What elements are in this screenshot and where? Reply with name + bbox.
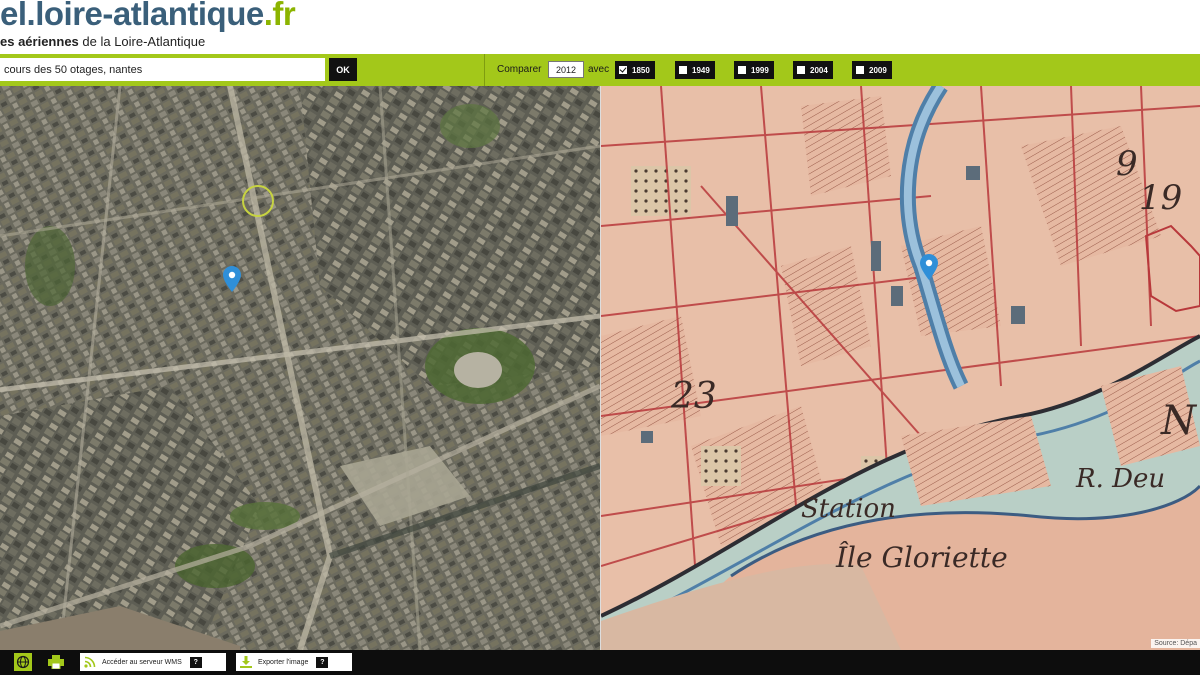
compare-year-input[interactable] [548, 61, 584, 78]
export-image-button[interactable]: Exporter l'image ? [236, 653, 352, 671]
site-header: el.loire-atlantique.fr es aériennes de l… [0, 0, 1200, 54]
search-ok-button[interactable]: OK [329, 58, 357, 81]
address-search-input[interactable] [0, 58, 325, 81]
wms-label: Accéder au serveur WMS [102, 658, 182, 666]
year-label: 1949 [692, 65, 710, 75]
checkbox-checked[interactable] [619, 66, 627, 74]
year-label: 2009 [869, 65, 887, 75]
map-attribution: Source: Dépa [1151, 639, 1200, 648]
aerial-imagery [0, 86, 600, 650]
year-label: 1999 [751, 65, 769, 75]
help-icon[interactable]: ? [189, 656, 202, 668]
location-marker-icon[interactable] [920, 254, 938, 280]
map-label-street: R. Deu [1076, 464, 1166, 494]
download-icon [240, 656, 252, 668]
historic-map-view[interactable]: 23 Station Île Gloriette R. Deu 19 9 N S… [601, 86, 1200, 650]
map-label-n: N [1161, 398, 1196, 444]
year-label: 2004 [810, 65, 828, 75]
toolbar-divider [484, 54, 485, 86]
subtitle-bold: es aériennes [0, 34, 79, 49]
map-label-station: Station [801, 494, 896, 524]
checkbox[interactable] [797, 66, 805, 74]
toolbar: OK Comparer avec 1850 1949 1999 2004 200… [0, 54, 1200, 86]
checkbox[interactable] [738, 66, 746, 74]
year-checkbox-1999[interactable]: 1999 [734, 61, 774, 79]
map-label-number: 23 [671, 376, 717, 417]
year-label: 1850 [632, 65, 650, 75]
export-label: Exporter l'image [258, 658, 309, 666]
map-label-gloriette: Île Gloriette [836, 541, 1008, 574]
subtitle-rest: de la Loire-Atlantique [78, 34, 206, 49]
map-label-19: 19 [1139, 178, 1183, 218]
help-icon[interactable]: ? [316, 656, 329, 668]
aerial-map-view[interactable] [0, 86, 600, 650]
logo-main: loire-atlantique [35, 0, 264, 32]
print-icon[interactable] [46, 653, 66, 671]
map-label-9: 9 [1116, 144, 1138, 184]
checkbox[interactable] [856, 66, 864, 74]
rss-icon [84, 656, 96, 668]
logo-prefix: el. [0, 0, 36, 32]
year-checkbox-1850[interactable]: 1850 [615, 61, 655, 79]
logo-tld: .fr [263, 0, 296, 32]
checkbox[interactable] [679, 66, 687, 74]
site-logo[interactable]: el.loire-atlantique.fr [0, 0, 296, 33]
compare-label: Comparer [497, 64, 542, 75]
avec-label: avec [588, 64, 610, 75]
wms-server-button[interactable]: Accéder au serveur WMS ? [80, 653, 226, 671]
year-checkbox-2009[interactable]: 2009 [852, 61, 892, 79]
footer-toolbar: Accéder au serveur WMS ? Exporter l'imag… [0, 650, 1200, 675]
year-checkbox-1949[interactable]: 1949 [675, 61, 715, 79]
location-marker-icon[interactable] [223, 266, 241, 292]
globe-icon[interactable] [14, 653, 32, 671]
year-checkbox-2004[interactable]: 2004 [793, 61, 833, 79]
site-subtitle: es aériennes de la Loire-Atlantique [0, 34, 205, 49]
